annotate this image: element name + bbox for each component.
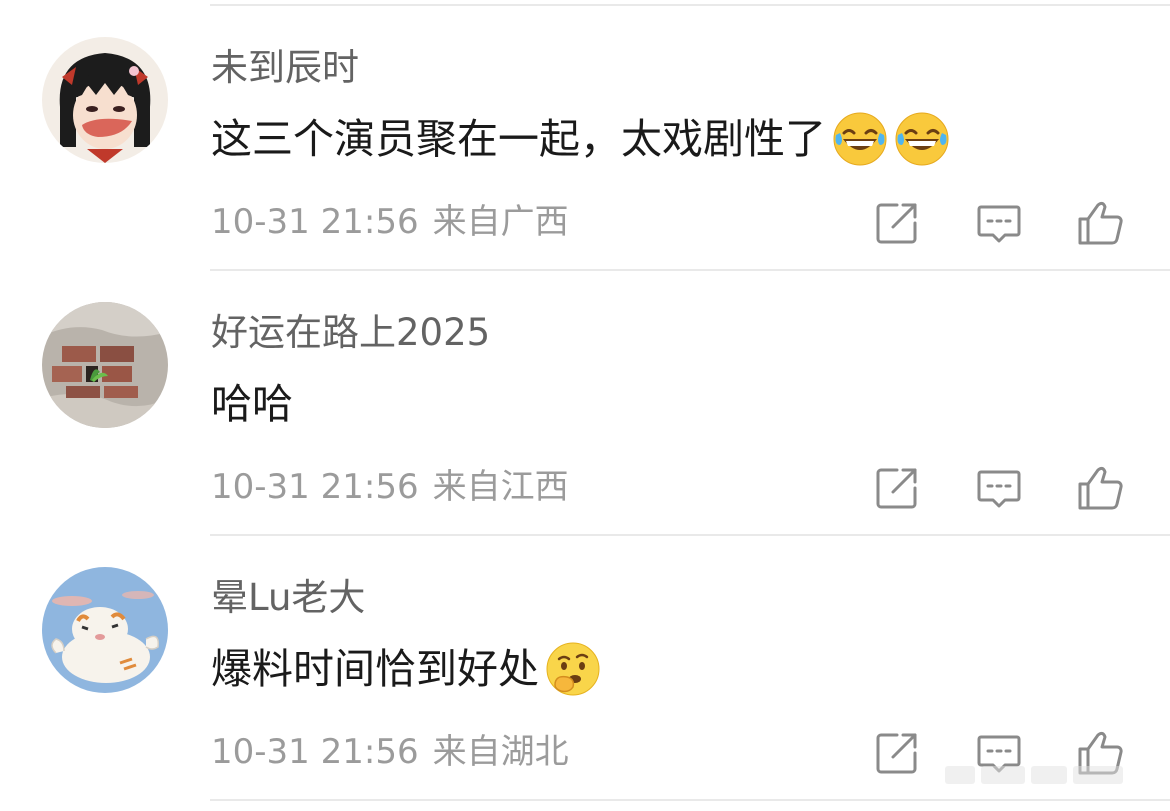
comment-meta: 10-31 21:56 来自江西 (211, 462, 569, 512)
username[interactable]: 未到辰时 (211, 43, 359, 93)
comment-date: 10-31 21:56 (211, 202, 419, 242)
reply-button[interactable] (975, 199, 1023, 247)
share-icon (876, 203, 917, 244)
comment-meta: 10-31 21:56 来自湖北 (211, 727, 569, 777)
watermark (945, 760, 1145, 790)
comment-divider (210, 799, 1170, 801)
comment-item: 好运在路上2025 哈哈 10-31 21:56 来自江西 (0, 270, 1170, 536)
comment-text: 爆料时间恰到好处 (211, 639, 601, 699)
comment-text: 这三个演员聚在一起，太戏剧性了 (211, 109, 950, 169)
share-icon (876, 733, 917, 774)
username[interactable]: 好运在路上2025 (211, 308, 490, 358)
like-button[interactable] (1076, 199, 1124, 247)
like-button[interactable] (1076, 464, 1124, 512)
comment-text: 哈哈 (211, 374, 293, 434)
share-icon (876, 468, 917, 509)
comment-icon (977, 205, 1021, 243)
reply-button[interactable] (975, 464, 1023, 512)
comment-text-body: 哈哈 (211, 380, 293, 428)
avatar[interactable] (42, 302, 168, 428)
comment-item: 未到辰时 这三个演员聚在一起，太戏剧性了 10-31 21:56 来自广西 (0, 5, 1170, 271)
thinking-emoji (546, 642, 600, 696)
share-button[interactable] (873, 199, 921, 247)
share-button[interactable] (873, 464, 921, 512)
thumbs-up-icon (1078, 201, 1123, 245)
grin-sweat-emoji (895, 112, 949, 166)
thumbs-up-icon (1078, 466, 1123, 510)
comment-location: 来自江西 (432, 467, 569, 507)
share-button[interactable] (873, 729, 921, 777)
comment-text-body: 这三个演员聚在一起，太戏剧性了 (211, 115, 826, 163)
grin-sweat-emoji (833, 112, 887, 166)
comment-date: 10-31 21:56 (211, 467, 419, 507)
comment-location: 来自湖北 (432, 732, 569, 772)
avatar[interactable] (42, 37, 168, 163)
comment-meta: 10-31 21:56 来自广西 (211, 197, 569, 247)
username[interactable]: 晕Lu老大 (211, 573, 365, 623)
comment-date: 10-31 21:56 (211, 732, 419, 772)
avatar[interactable] (42, 567, 168, 693)
comment-text-body: 爆料时间恰到好处 (211, 645, 539, 693)
comment-location: 来自广西 (432, 202, 569, 242)
comment-icon (977, 470, 1021, 508)
